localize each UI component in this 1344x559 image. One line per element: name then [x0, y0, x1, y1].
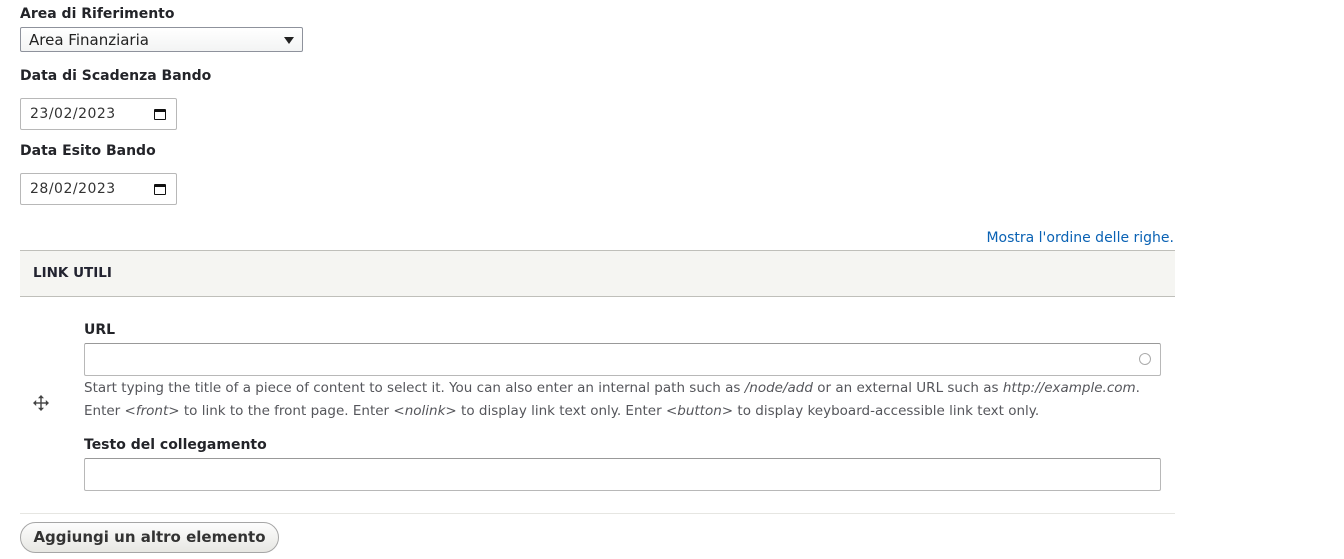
help-external-url-example: http://example.com	[1002, 380, 1136, 396]
area-riferimento-select[interactable]: Area Finanziaria	[20, 27, 303, 52]
link-utili-header-title: LINK UTILI	[33, 265, 112, 281]
data-esito-value: 28/02/2023	[30, 181, 116, 197]
url-label: URL	[84, 322, 116, 338]
help-nolink-token: <nolink>	[393, 403, 457, 419]
link-utili-table-header: LINK UTILI	[20, 250, 1175, 297]
data-esito-label: Data Esito Bando	[20, 143, 156, 159]
data-scadenza-date-input[interactable]: 23/02/2023	[20, 98, 177, 130]
row-divider	[20, 513, 1175, 514]
link-text-input[interactable]	[84, 458, 1161, 491]
url-input[interactable]	[84, 343, 1161, 376]
show-row-order-link[interactable]: Mostra l'ordine delle righe.	[986, 229, 1174, 247]
data-scadenza-value: 23/02/2023	[30, 106, 116, 122]
add-another-item-button[interactable]: Aggiungi un altro elemento	[20, 522, 279, 553]
area-riferimento-selected-value: Area Finanziaria	[29, 31, 149, 49]
area-riferimento-label: Area di Riferimento	[20, 6, 175, 22]
calendar-icon[interactable]	[154, 184, 166, 195]
calendar-icon[interactable]	[154, 109, 166, 120]
help-button-token: <button>	[665, 403, 734, 419]
link-text-label: Testo del collegamento	[84, 437, 267, 453]
data-esito-date-input[interactable]: 28/02/2023	[20, 173, 177, 205]
url-help-text: Start typing the title of a piece of con…	[84, 380, 1140, 419]
node-edit-form: Area di Riferimento Area Finanziaria Dat…	[0, 0, 1344, 559]
data-scadenza-label: Data di Scadenza Bando	[20, 68, 212, 84]
help-node-add-example: /node/add	[744, 380, 813, 396]
drag-handle-icon[interactable]	[33, 395, 49, 411]
autocomplete-throbber-icon	[1139, 353, 1151, 365]
help-front-token: <front>	[124, 403, 180, 419]
chevron-down-icon	[284, 37, 294, 44]
